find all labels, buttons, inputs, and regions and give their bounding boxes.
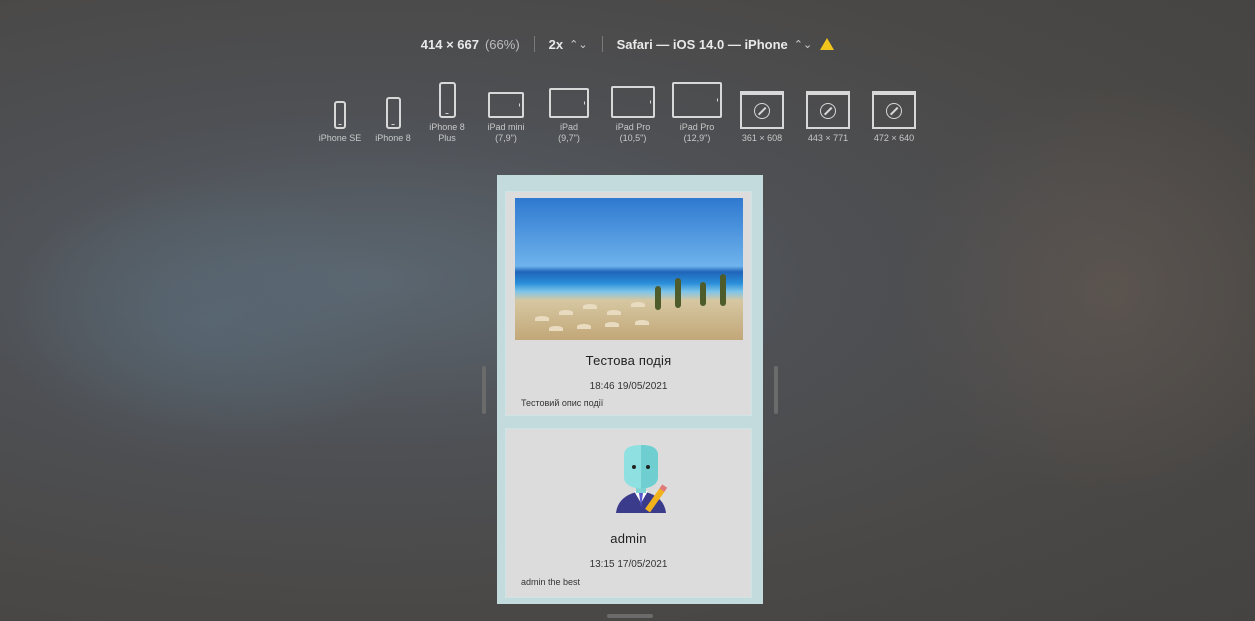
device-label: 361 × 608 (741, 133, 783, 143)
post-time: 18:46 19/05/2021 (589, 381, 668, 392)
post-card[interactable]: Тестова подія 18:46 19/05/2021 Тестовий … (505, 191, 752, 416)
device-label: 443 × 771 (807, 133, 849, 143)
device-label: iPad (9,7") (558, 122, 580, 143)
tablet-icon (549, 74, 589, 118)
compass-icon (820, 103, 836, 119)
compass-icon (754, 103, 770, 119)
toolbar-divider (533, 36, 535, 52)
device-ipad-pro-10[interactable]: iPad Pro (10,5") (605, 74, 661, 144)
device-label: iPhone SE (318, 133, 362, 143)
device-label: 472 × 640 (873, 133, 915, 143)
clipped-heading (515, 175, 519, 181)
toolbar-divider (601, 36, 603, 52)
safari-window-icon (740, 85, 784, 129)
device-label: iPad mini (7,9") (487, 122, 525, 143)
user-agent-select[interactable]: Safari — iOS 14.0 — iPhone (617, 37, 788, 52)
device-presets: iPhone SE iPhone 8 iPhone 8 Plus iPad mi… (317, 74, 931, 144)
background-blur-left (0, 180, 420, 460)
pixel-ratio-stepper-icon[interactable]: ⌃⌄ (569, 38, 587, 51)
device-ipad[interactable]: iPad (9,7") (541, 74, 597, 144)
resize-handle-bottom[interactable] (607, 614, 653, 618)
device-iphone-8[interactable]: iPhone 8 (371, 85, 415, 144)
post-title: admin (610, 531, 647, 546)
phone-icon (385, 85, 401, 129)
resize-handle-right[interactable] (774, 366, 778, 414)
post-description: admin the best (521, 577, 581, 587)
safari-window-icon (872, 85, 916, 129)
phone-icon (438, 74, 456, 118)
tablet-icon (488, 74, 524, 118)
resize-handle-left[interactable] (482, 366, 486, 414)
device-custom-443[interactable]: 443 × 771 (799, 85, 857, 144)
device-iphone-se[interactable]: iPhone SE (317, 85, 363, 144)
zoom-level: (66%) (484, 36, 520, 52)
post-title: Тестова подія (585, 353, 672, 368)
safari-window-icon (806, 85, 850, 129)
device-label: iPhone 8 Plus (429, 122, 465, 143)
viewport-size: 414 × 667 (420, 36, 479, 52)
admin-avatar-icon (616, 445, 668, 513)
phone-icon (334, 85, 346, 129)
device-label: iPad Pro (10,5") (615, 122, 651, 143)
post-time: 13:15 17/05/2021 (589, 559, 668, 570)
responsive-toolbar: 414 × 667 (66%) 2x ⌃⌄ Safari — iOS 14.0 … (0, 33, 1255, 55)
beach-photo (515, 198, 743, 340)
user-agent-stepper-icon[interactable]: ⌃⌄ (794, 38, 812, 51)
tablet-icon (611, 74, 655, 118)
background-blur-right (895, 80, 1255, 500)
device-custom-361[interactable]: 361 × 608 (733, 85, 791, 144)
pixel-ratio-select[interactable]: 2x (549, 37, 563, 52)
device-ipad-pro-12[interactable]: iPad Pro (12,9") (669, 74, 725, 144)
warning-icon[interactable] (820, 38, 835, 50)
post-card[interactable]: admin 13:15 17/05/2021 admin the best (505, 428, 752, 598)
device-label: iPad Pro (12,9") (679, 122, 715, 143)
device-viewport: Тестова подія 18:46 19/05/2021 Тестовий … (497, 175, 763, 604)
device-label: iPhone 8 (375, 133, 411, 143)
device-iphone-8-plus[interactable]: iPhone 8 Plus (423, 74, 471, 144)
post-description: Тестовий опис події (521, 398, 604, 408)
tablet-icon (672, 74, 722, 118)
compass-icon (886, 103, 902, 119)
device-custom-472[interactable]: 472 × 640 (865, 85, 923, 144)
device-ipad-mini[interactable]: iPad mini (7,9") (479, 74, 533, 144)
